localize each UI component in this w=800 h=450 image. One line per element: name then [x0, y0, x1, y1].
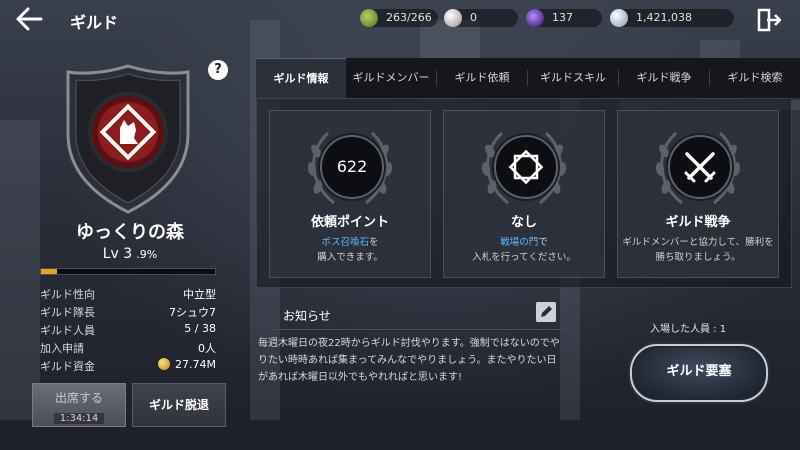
- info-key: ギルド隊長: [40, 306, 95, 319]
- back-arrow-icon[interactable]: [14, 6, 44, 32]
- request-points-card[interactable]: 622 依頼ポイント ボス召喚石を 購入できます。: [269, 110, 431, 278]
- notice-title: お知らせ: [283, 309, 331, 323]
- info-value: 27.74M: [158, 358, 216, 371]
- gold-coin-icon: [158, 358, 171, 370]
- info-row-alignment: ギルド性向 中立型: [40, 286, 216, 304]
- info-row-leader: ギルド隊長 7シュウ7: [40, 304, 216, 322]
- help-button[interactable]: ?: [208, 60, 228, 80]
- info-value: 5 / 38: [184, 322, 216, 335]
- card-highlight: 戦場の門: [500, 237, 539, 248]
- guild-energy-icon: [360, 9, 378, 27]
- pencil-icon[interactable]: [536, 302, 556, 322]
- info-value: 7シュウ7: [169, 306, 216, 319]
- pearl-icon: [444, 9, 462, 27]
- guild-fortress-button[interactable]: ギルド要塞: [630, 344, 768, 402]
- info-key: ギルド資金: [40, 360, 95, 373]
- guild-xp-bar: [40, 268, 216, 275]
- tab-guild-members[interactable]: ギルドメンバー: [346, 58, 436, 98]
- attend-button-label: 出席する: [54, 391, 103, 405]
- guild-xp-fill: [41, 269, 57, 274]
- exit-door-icon[interactable]: [756, 8, 782, 32]
- info-value: 0人: [198, 342, 216, 355]
- info-row-applications: 加入申請 0人: [40, 340, 216, 358]
- guild-funds-value: 27.74M: [175, 358, 216, 371]
- card-highlight: ボス召喚石: [321, 237, 369, 248]
- leave-guild-button[interactable]: ギルド脱退: [132, 383, 226, 427]
- dark-orb-icon: [526, 9, 544, 27]
- notice-divider: [270, 329, 566, 330]
- top-bar: ギルド 263/266 0 137 1,421,038: [0, 0, 800, 38]
- tab-guild-search[interactable]: ギルド検索: [710, 58, 800, 98]
- guild-emblem-icon: [66, 64, 190, 214]
- battlefield-gate-icon: [494, 135, 558, 199]
- resource-dark-orb: 137: [526, 9, 602, 27]
- info-value: 中立型: [183, 288, 216, 301]
- tab-guild-requests[interactable]: ギルド依頼: [437, 58, 527, 98]
- card-description: 戦場の門で 入札を行ってください。: [472, 237, 576, 263]
- card-description: ボス召喚石を 購入できます。: [317, 237, 383, 263]
- guild-level: Lv 3 .9%: [40, 246, 220, 262]
- card-title: なし: [510, 215, 537, 230]
- resource-guild-energy: 263/266: [360, 9, 438, 27]
- info-row-funds: ギルド資金 27.74M: [40, 358, 216, 376]
- resource-silver-coin: 1,421,038: [610, 9, 734, 27]
- notice-body: 毎週木曜日の夜22時からギルド討伐やります。強制ではないのでやりたい時時あれば集…: [258, 338, 560, 383]
- silver-coin-icon: [610, 9, 628, 27]
- info-key: ギルド人員: [40, 324, 95, 337]
- info-key: ギルド性向: [40, 288, 95, 301]
- guild-war-card[interactable]: ギルド戦争 ギルドメンバーと協力して、勝利を 勝ち取りましょう。: [617, 110, 779, 278]
- resource-pearl: 0: [444, 9, 518, 27]
- tab-guild-war[interactable]: ギルド戦争: [619, 58, 709, 98]
- request-points-badge: 622: [320, 135, 384, 199]
- attend-timer: 1:34:14: [53, 413, 105, 424]
- card-description: ギルドメンバーと協力して、勝利を 勝ち取りましょう。: [622, 237, 774, 263]
- page-title: ギルド: [70, 13, 119, 32]
- tab-guild-skills[interactable]: ギルドスキル: [528, 58, 618, 98]
- info-key: 加入申請: [40, 342, 84, 355]
- guild-info-panel: 622 依頼ポイント ボス召喚石を 購入できます。 なし 戦場の門で 入札を行っ…: [256, 98, 792, 288]
- crossed-swords-icon: [668, 135, 732, 199]
- guild-level-label: Lv 3: [102, 246, 133, 262]
- card-title: 依頼ポイント: [310, 215, 389, 230]
- guild-name: ゆっくりの森: [76, 222, 184, 243]
- joined-members-label: 入場した人員 : 1: [650, 324, 727, 335]
- tab-guild-info[interactable]: ギルド情報: [256, 58, 346, 99]
- info-row-members: ギルド人員 5 / 38: [40, 322, 216, 340]
- battlefield-card[interactable]: なし 戦場の門で 入札を行ってください。: [443, 110, 605, 278]
- guild-level-percent: .9%: [136, 248, 158, 261]
- attend-button[interactable]: 出席する 1:34:14: [32, 383, 126, 427]
- card-title: ギルド戦争: [665, 215, 731, 230]
- guild-tabs: ギルド情報 ギルドメンバー ギルド依頼 ギルドスキル ギルド戦争 ギルド検索: [256, 58, 800, 99]
